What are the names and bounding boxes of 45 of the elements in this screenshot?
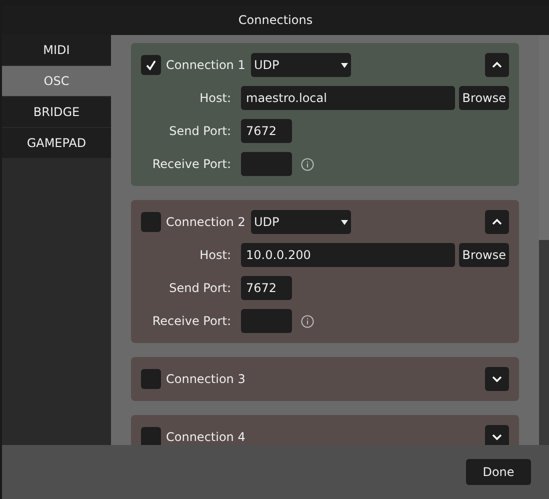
connection-name: Connection 1 — [166, 57, 246, 74]
field-label: Host: — [198, 247, 232, 264]
sidebar-tab[interactable]: OSC — [2, 66, 111, 96]
host-field[interactable]: 10.0.0.200 — [241, 243, 456, 267]
sidebar-tab[interactable]: BRIDGE — [2, 97, 111, 127]
host-field[interactable]: maestro.local — [241, 86, 456, 110]
send-port-field[interactable]: 7672 — [241, 276, 292, 300]
scrollbar-thumb[interactable] — [539, 35, 549, 240]
protocol-dropdown[interactable]: UDP — [251, 210, 351, 234]
done-button[interactable]: Done — [466, 459, 531, 485]
enable-checkbox[interactable] — [141, 55, 161, 75]
dropdown-arrow-icon — [341, 62, 348, 68]
receive-port-field[interactable] — [241, 309, 292, 333]
chevron-down-icon — [491, 433, 503, 441]
enable-checkbox[interactable] — [141, 369, 161, 389]
info-icon[interactable] — [301, 158, 314, 170]
enable-checkbox[interactable] — [141, 427, 161, 445]
chevron-down-icon — [491, 375, 503, 383]
chevron-up-icon — [491, 218, 503, 226]
expand-toggle-button[interactable] — [485, 367, 509, 391]
field-label: Send Port: — [168, 280, 232, 297]
connection-name: Connection 3 — [166, 371, 246, 388]
expand-toggle-button[interactable] — [485, 53, 509, 77]
connection-name: Connection 2 — [166, 214, 246, 231]
browse-button[interactable]: Browse — [459, 243, 509, 267]
expand-toggle-button[interactable] — [485, 425, 509, 445]
window-title: Connections — [238, 12, 313, 29]
receive-port-field[interactable] — [241, 152, 292, 176]
sidebar-tab[interactable]: GAMEPAD — [2, 128, 111, 158]
chevron-up-icon — [491, 61, 503, 69]
scrollbar[interactable] — [539, 35, 549, 445]
sidebar-tab[interactable]: MIDI — [2, 35, 111, 65]
field-label: Receive Port: — [151, 313, 232, 330]
enable-checkbox[interactable] — [141, 212, 161, 232]
field-label: Receive Port: — [151, 156, 232, 173]
browse-button[interactable]: Browse — [459, 86, 509, 110]
send-port-field[interactable]: 7672 — [241, 119, 292, 143]
field-label: Host: — [198, 90, 232, 107]
field-label: Send Port: — [168, 123, 232, 140]
checkmark-icon — [145, 59, 157, 71]
info-icon[interactable] — [301, 314, 314, 328]
expand-toggle-button[interactable] — [485, 210, 509, 234]
dropdown-arrow-icon — [341, 220, 348, 224]
protocol-dropdown[interactable]: UDP — [251, 53, 351, 77]
connection-name: Connection 4 — [166, 429, 246, 445]
